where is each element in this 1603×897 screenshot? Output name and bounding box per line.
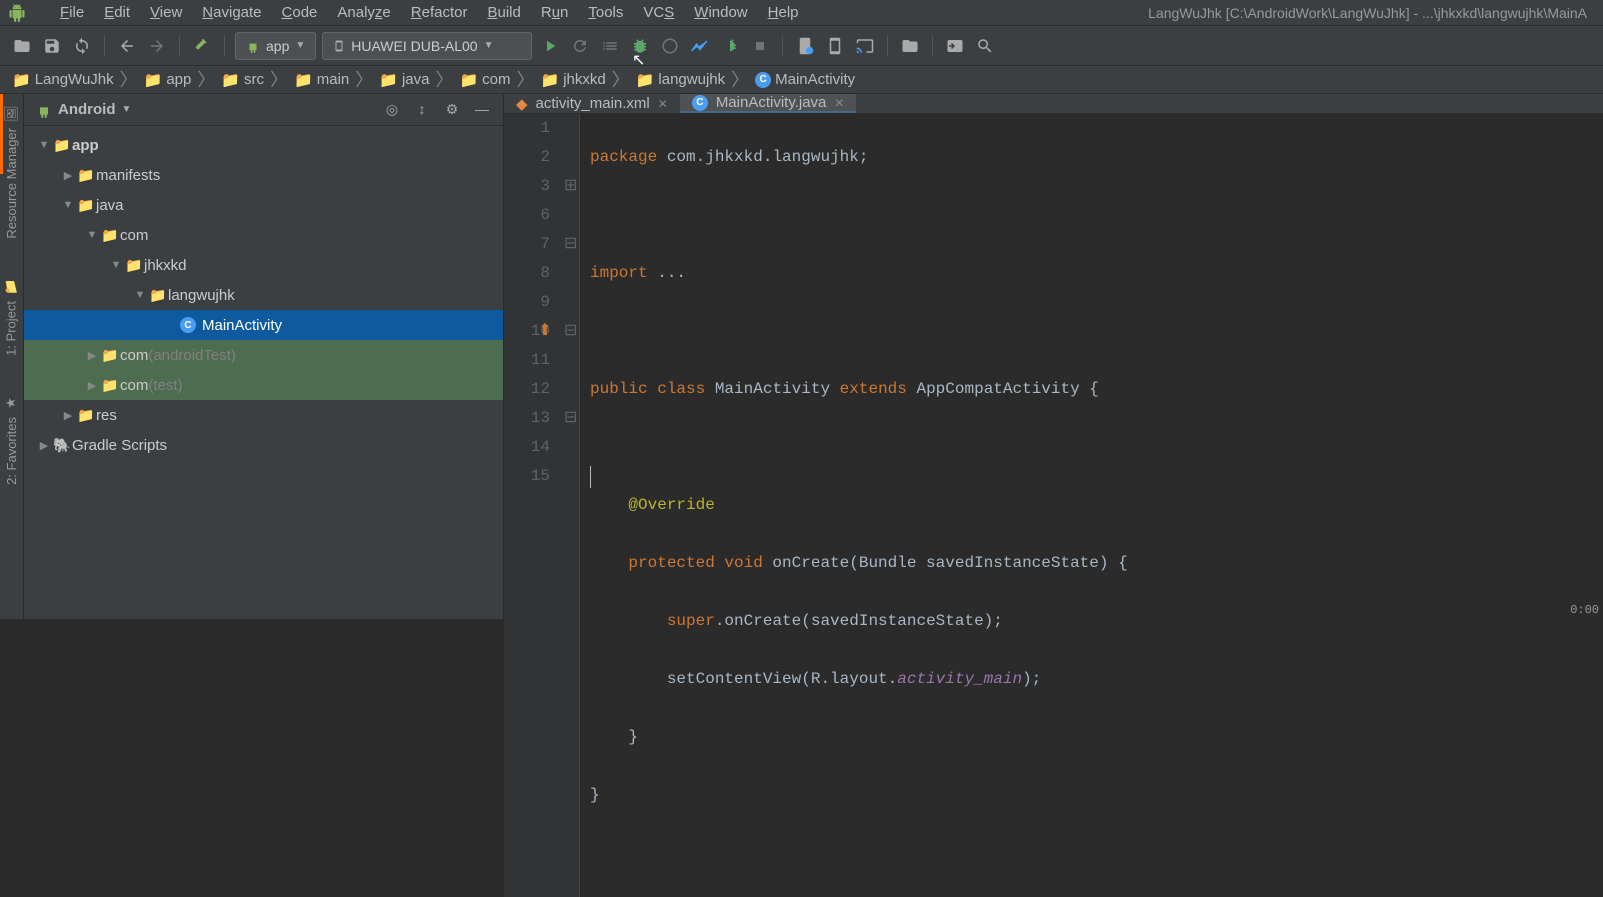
menu-view[interactable]: View: [140, 0, 192, 26]
tree-java[interactable]: ▼📁java: [24, 190, 503, 220]
breadcrumb-item[interactable]: 📁main: [290, 71, 353, 89]
save-icon[interactable]: [40, 34, 64, 58]
project-structure-icon[interactable]: [898, 34, 922, 58]
avd-manager-icon[interactable]: [793, 34, 817, 58]
tree-langwujhk[interactable]: ▼📁langwujhk: [24, 280, 503, 310]
device-manager-icon[interactable]: [823, 34, 847, 58]
code-view[interactable]: 1 2 3 6 7 8 9 10⬆ 11 12 13 14 15 ⊞ ⊟ ⊟ ⊟…: [504, 114, 1603, 897]
tree-jhkxkd[interactable]: ▼📁jhkxkd: [24, 250, 503, 280]
breadcrumb-item[interactable]: 📁langwujhk: [632, 71, 729, 89]
back-icon[interactable]: [115, 34, 139, 58]
sync-icon[interactable]: [70, 34, 94, 58]
tree-mainactivity[interactable]: CMainActivity: [24, 310, 503, 340]
menu-file[interactable]: File: [50, 0, 94, 26]
breadcrumb-item[interactable]: 📁app: [140, 71, 196, 89]
caret-down-icon: ▼: [484, 40, 494, 51]
override-gutter-icon[interactable]: ⬆: [536, 317, 554, 346]
tree-com-androidtest[interactable]: ▶📁com (androidTest): [24, 340, 503, 370]
text-caret: [590, 466, 591, 488]
menu-navigate[interactable]: Navigate: [192, 0, 271, 26]
menu-vcs[interactable]: VCS: [633, 0, 684, 26]
breadcrumb-item[interactable]: 📁java: [375, 71, 433, 89]
menu-window[interactable]: Window: [684, 0, 757, 26]
left-tool-rail: Resource Manager🖼 1: Project📁 2: Favorit…: [0, 94, 24, 619]
tree-com[interactable]: ▼📁com: [24, 220, 503, 250]
status-time: 0:00: [1570, 603, 1599, 617]
panel-header: Android ▼ ◎ ↕ ⚙ —: [24, 94, 503, 126]
menu-edit[interactable]: Edit: [94, 0, 140, 26]
close-tab-icon[interactable]: ✕: [658, 97, 668, 111]
tree-gradle[interactable]: ▶🐘Gradle Scripts: [24, 430, 503, 460]
target-icon[interactable]: ◎: [383, 101, 401, 118]
editor-tabs: ◆ activity_main.xml ✕ C MainActivity.jav…: [504, 94, 1603, 114]
forward-icon[interactable]: [145, 34, 169, 58]
tab-activity-main[interactable]: ◆ activity_main.xml ✕: [504, 94, 680, 113]
terminal-icon[interactable]: [943, 34, 967, 58]
debug-icon[interactable]: [628, 34, 652, 58]
class-file-icon: C: [692, 95, 708, 111]
project-tree[interactable]: ▼📁app ▶📁manifests ▼📁java ▼📁com ▼📁jhkxkd …: [24, 126, 503, 619]
open-icon[interactable]: [10, 34, 34, 58]
tree-manifests[interactable]: ▶📁manifests: [24, 160, 503, 190]
attach-debugger-icon[interactable]: [718, 34, 742, 58]
menu-analyze[interactable]: Analyze: [327, 0, 400, 26]
expand-icon[interactable]: ↕: [413, 101, 431, 118]
breadcrumb-item[interactable]: 📁com: [455, 71, 514, 89]
menu-build[interactable]: Build: [477, 0, 530, 26]
panel-title[interactable]: Android: [58, 101, 116, 118]
device-label: HUAWEI DUB-AL00: [351, 38, 477, 54]
coverage-icon[interactable]: [598, 34, 622, 58]
device-combo[interactable]: HUAWEI DUB-AL00 ▼: [322, 32, 532, 60]
editor-area: ◆ activity_main.xml ✕ C MainActivity.jav…: [504, 94, 1603, 619]
menu-tools[interactable]: Tools: [578, 0, 633, 26]
code-editor[interactable]: package com.jhkxkd.langwujhk; import ...…: [580, 114, 1603, 897]
menu-help[interactable]: Help: [758, 0, 809, 26]
caret-down-icon: ▼: [295, 40, 305, 51]
gear-icon[interactable]: ⚙: [443, 101, 461, 118]
run-config-label: app: [266, 38, 289, 54]
line-gutter: 1 2 3 6 7 8 9 10⬆ 11 12 13 14 15: [504, 114, 564, 897]
caret-down-icon[interactable]: ▼: [122, 104, 132, 115]
window-title: LangWuJhk [C:\AndroidWork\LangWuJhk] - .…: [1148, 5, 1595, 21]
breadcrumb-item[interactable]: 📁LangWuJhk: [8, 71, 118, 89]
close-tab-icon[interactable]: ✕: [834, 96, 844, 110]
toolbar: app ▼ HUAWEI DUB-AL00 ▼: [0, 26, 1603, 66]
breadcrumb-item[interactable]: CMainActivity: [751, 71, 859, 88]
rail-favorites[interactable]: 2: Favorites★: [4, 395, 19, 485]
tab-mainactivity[interactable]: C MainActivity.java ✕: [680, 94, 857, 113]
run-icon[interactable]: [538, 34, 562, 58]
breadcrumb-item[interactable]: 📁jhkxkd: [537, 71, 610, 89]
apply-changes-icon[interactable]: [568, 34, 592, 58]
tree-com-test[interactable]: ▶📁com (test): [24, 370, 503, 400]
minimize-icon[interactable]: —: [473, 101, 491, 118]
tree-res[interactable]: ▶📁res: [24, 400, 503, 430]
android-logo-icon: [8, 4, 26, 22]
project-panel: Android ▼ ◎ ↕ ⚙ — ▼📁app ▶📁manifests ▼📁ja…: [24, 94, 504, 619]
rail-project[interactable]: 1: Project📁: [3, 279, 19, 356]
menu-refactor[interactable]: Refactor: [401, 0, 478, 26]
breadcrumb-item[interactable]: 📁src: [217, 71, 268, 89]
search-icon[interactable]: [973, 34, 997, 58]
fold-gutter[interactable]: ⊞ ⊟ ⊟ ⊟: [564, 114, 580, 897]
sdk-manager-icon[interactable]: [853, 34, 877, 58]
breadcrumb: 📁LangWuJhk〉 📁app〉 📁src〉 📁main〉 📁java〉 📁c…: [0, 66, 1603, 94]
menubar: File Edit View Navigate Code Analyze Ref…: [0, 0, 1603, 26]
tree-app[interactable]: ▼📁app: [24, 130, 503, 160]
panel-resize-highlight: [0, 94, 3, 174]
xml-file-icon: ◆: [516, 95, 528, 113]
profile-icon[interactable]: [658, 34, 682, 58]
menu-code[interactable]: Code: [272, 0, 328, 26]
hammer-build-icon[interactable]: [190, 34, 214, 58]
menu-run[interactable]: Run: [531, 0, 579, 26]
profiler-icon[interactable]: [688, 34, 712, 58]
run-config-combo[interactable]: app ▼: [235, 32, 316, 60]
rail-resource-manager[interactable]: Resource Manager🖼: [3, 106, 20, 239]
stop-icon[interactable]: [748, 34, 772, 58]
android-icon: [36, 102, 52, 118]
